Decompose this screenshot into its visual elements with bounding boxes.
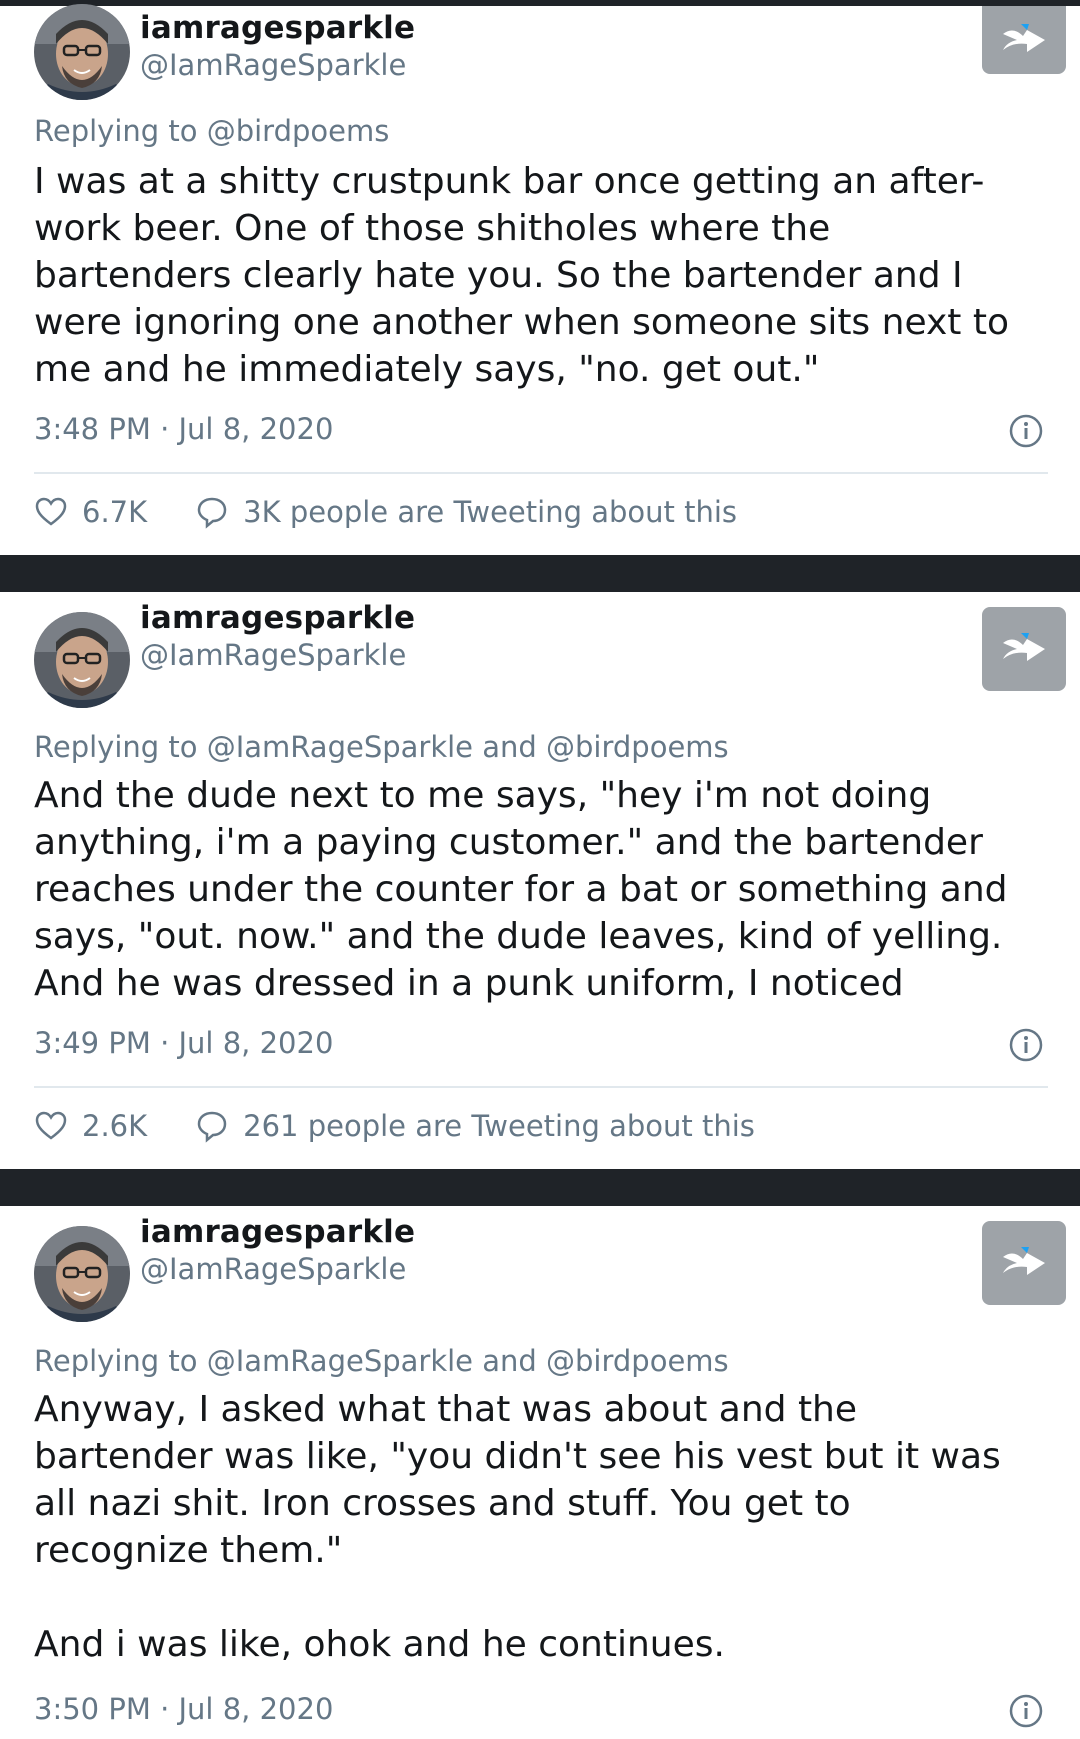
tweet-card: iamragesparkle @IamRageSparkle Replying … — [0, 592, 1080, 1169]
like-count[interactable]: 2.6K — [82, 1109, 147, 1143]
avatar[interactable] — [34, 4, 130, 100]
like-count[interactable]: 6.7K — [82, 495, 147, 529]
info-icon[interactable] — [1009, 1028, 1043, 1062]
speech-bubble-icon[interactable] — [195, 1109, 229, 1143]
engagement-bar: 6.7K 3K people are Tweeting about this — [34, 492, 737, 532]
replying-to[interactable]: Replying to @IamRageSparkle and @birdpoe… — [34, 1344, 729, 1378]
share-button[interactable] — [982, 1221, 1066, 1305]
info-icon[interactable] — [1009, 414, 1043, 448]
replying-to[interactable]: Replying to @IamRageSparkle and @birdpoe… — [34, 730, 729, 764]
engagement-bar: 2.6K 261 people are Tweeting about this — [34, 1106, 755, 1146]
heart-icon[interactable] — [34, 495, 68, 529]
share-arrow-icon — [1003, 633, 1045, 661]
user-handle[interactable]: @IamRageSparkle — [140, 48, 406, 82]
display-name[interactable]: iamragesparkle — [140, 1214, 415, 1250]
avatar[interactable] — [34, 1226, 130, 1322]
user-handle[interactable]: @IamRageSparkle — [140, 1252, 406, 1286]
user-handle[interactable]: @IamRageSparkle — [140, 638, 406, 672]
speech-bubble-icon[interactable] — [195, 495, 229, 529]
divider — [34, 472, 1048, 474]
tweet-card: iamragesparkle @IamRageSparkle Replying … — [0, 1206, 1080, 1739]
avatar[interactable] — [34, 612, 130, 708]
tweeting-about-link[interactable]: 3K people are Tweeting about this — [243, 495, 737, 529]
share-button[interactable] — [982, 6, 1066, 74]
timestamp[interactable]: 3:48 PM · Jul 8, 2020 — [34, 412, 333, 446]
tweet-text: Anyway, I asked what that was about and … — [34, 1389, 1001, 1665]
replying-to[interactable]: Replying to @birdpoems — [34, 114, 389, 148]
display-name[interactable]: iamragesparkle — [140, 10, 415, 46]
share-arrow-icon — [1003, 24, 1045, 52]
heart-icon[interactable] — [34, 1109, 68, 1143]
divider — [34, 1086, 1048, 1088]
tweet-card: iamragesparkle @IamRageSparkle Replying … — [0, 6, 1080, 555]
display-name[interactable]: iamragesparkle — [140, 600, 415, 636]
tweeting-about-link[interactable]: 261 people are Tweeting about this — [243, 1109, 755, 1143]
info-icon[interactable] — [1009, 1694, 1043, 1728]
share-arrow-icon — [1003, 1247, 1045, 1275]
timestamp[interactable]: 3:50 PM · Jul 8, 2020 — [34, 1692, 333, 1726]
tweet-text: And the dude next to me says, "hey i'm n… — [34, 775, 1008, 1004]
share-button[interactable] — [982, 607, 1066, 691]
timestamp[interactable]: 3:49 PM · Jul 8, 2020 — [34, 1026, 333, 1060]
tweet-text: I was at a shitty crustpunk bar once get… — [34, 161, 1009, 390]
